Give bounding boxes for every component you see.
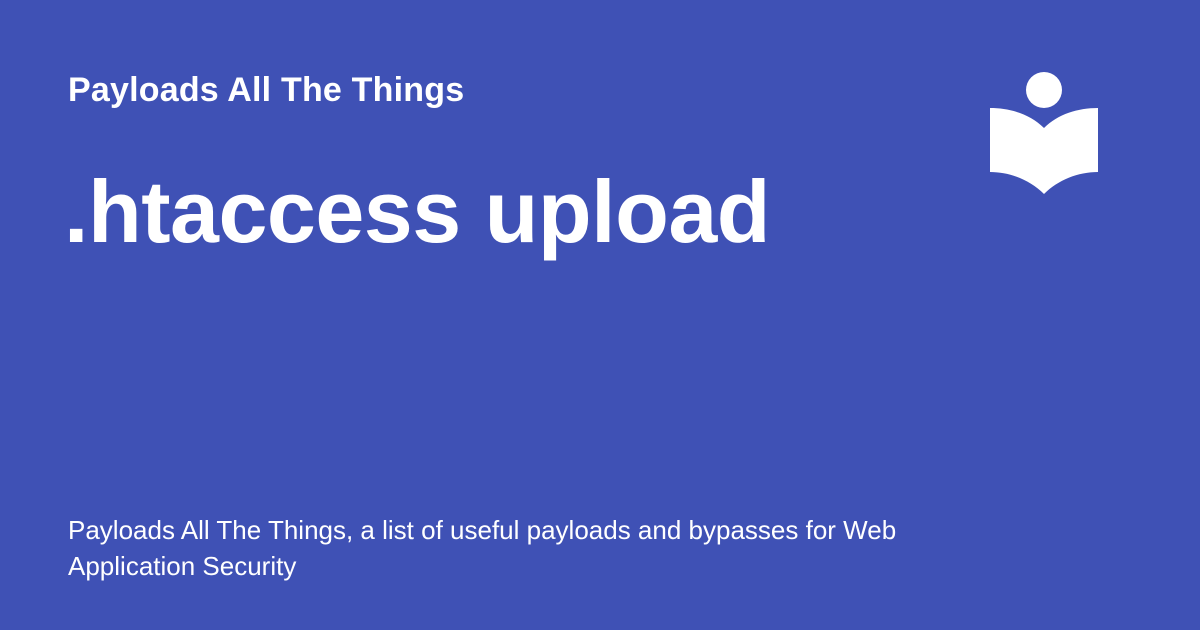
social-card: Payloads All The Things .htaccess upload… xyxy=(0,0,1200,630)
site-name: Payloads All The Things xyxy=(68,71,465,109)
reader-book-icon xyxy=(990,72,1098,194)
page-title: .htaccess upload xyxy=(64,162,771,261)
site-description: Payloads All The Things, a list of usefu… xyxy=(68,515,897,581)
